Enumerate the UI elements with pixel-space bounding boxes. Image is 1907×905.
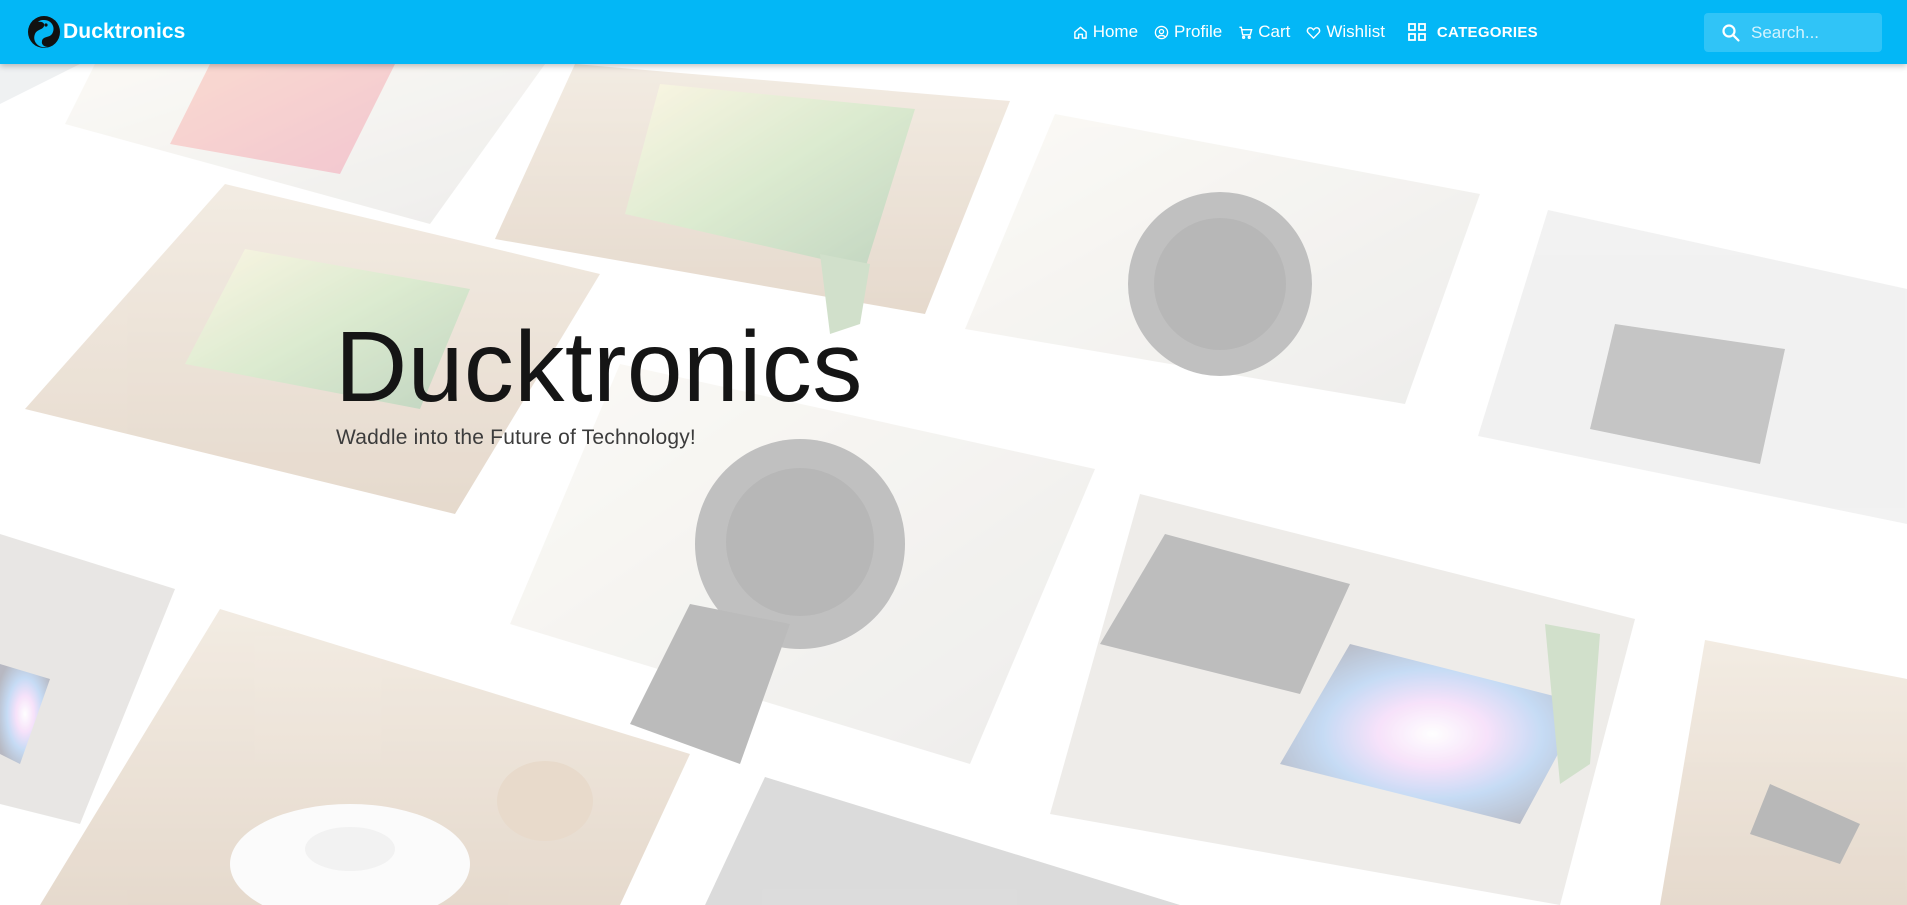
user-circle-icon	[1154, 25, 1169, 39]
nav-profile-label: Profile	[1174, 22, 1223, 41]
hero-overlay	[0, 64, 1907, 905]
nav-profile[interactable]: Profile	[1154, 22, 1222, 42]
nav-categories-label: CATEGORIES	[1436, 23, 1538, 41]
heart-icon	[1307, 26, 1321, 39]
hero-title: Ducktronics	[335, 311, 863, 423]
hero-section: Ducktronics Waddle into the Future of Te…	[0, 64, 1907, 905]
search-icon	[1722, 23, 1740, 42]
brand-home-link[interactable]: Ducktronics	[26, 14, 185, 50]
brand-name: Ducktronics	[63, 20, 186, 43]
top-navigation-bar: Ducktronics Home Profile Cart Wishlist C…	[0, 0, 1907, 64]
cart-icon	[1239, 26, 1253, 39]
nav-categories[interactable]: CATEGORIES	[1407, 22, 1538, 42]
nav-wishlist-label: Wishlist	[1326, 22, 1385, 41]
nav-cart[interactable]: Cart	[1238, 22, 1290, 42]
search-box[interactable]	[1704, 13, 1882, 52]
hero-subtitle: Waddle into the Future of Technology!	[336, 426, 696, 449]
search-input[interactable]	[1751, 22, 1876, 43]
nav-home-label: Home	[1092, 22, 1139, 41]
main-nav: Home Profile Cart Wishlist CATEGORIES	[1057, 0, 1538, 64]
nav-home[interactable]: Home	[1073, 22, 1138, 42]
grid-icon	[1408, 23, 1426, 41]
home-icon	[1073, 26, 1087, 39]
duck-logo-icon	[28, 16, 60, 48]
nav-wishlist[interactable]: Wishlist	[1306, 22, 1385, 42]
nav-cart-label: Cart	[1258, 22, 1291, 41]
